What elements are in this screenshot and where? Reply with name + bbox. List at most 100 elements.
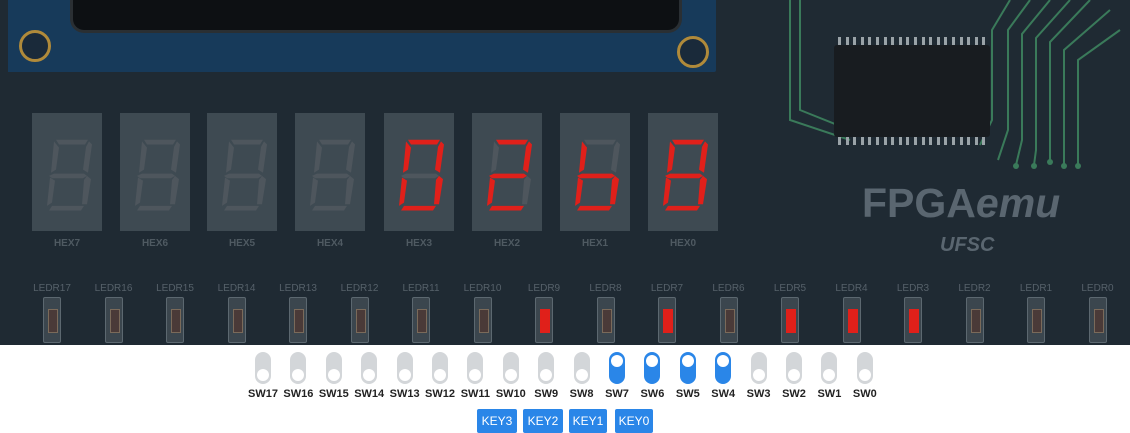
led-lamp — [48, 309, 58, 333]
led-label: LEDR14 — [217, 283, 256, 294]
switch-knob — [646, 355, 659, 367]
segment-e — [310, 177, 318, 206]
hex-display-hex5 — [207, 113, 277, 231]
switch-knob — [752, 369, 765, 381]
switch-sw15[interactable] — [325, 352, 342, 384]
segment-c — [170, 175, 179, 205]
switch-label: SW8 — [569, 388, 594, 400]
switch-sw9[interactable] — [538, 352, 555, 384]
switch-knob — [292, 369, 305, 381]
switch-knob — [469, 369, 482, 381]
segment-d — [577, 205, 612, 211]
switch-sw4[interactable] — [715, 352, 732, 384]
led-lamp — [294, 309, 304, 333]
segment-c — [698, 175, 707, 205]
key-button-key1[interactable]: KEY1 — [569, 409, 607, 433]
segment-a — [56, 139, 88, 145]
switch-sw16[interactable] — [290, 352, 307, 384]
switch-knob — [823, 369, 836, 381]
switch-label: SW17 — [248, 388, 278, 400]
segment-f — [491, 141, 499, 173]
switch-sw13[interactable] — [396, 352, 413, 384]
hex-display-hex0 — [648, 113, 718, 231]
switch-sw0[interactable] — [856, 352, 873, 384]
chip-pin — [883, 37, 887, 45]
segment-f — [667, 141, 675, 173]
hex-display-hex6 — [120, 113, 190, 231]
switch-sw12[interactable] — [432, 352, 448, 384]
segment-a — [319, 139, 351, 145]
switch-sw5[interactable] — [679, 352, 696, 384]
switch-sw2[interactable] — [786, 352, 802, 384]
switch-sw17[interactable] — [255, 352, 271, 384]
switch-sw10[interactable] — [502, 352, 519, 384]
key-button-key2[interactable]: KEY2 — [523, 409, 563, 433]
segment-a — [144, 139, 176, 145]
chip-pin — [982, 37, 986, 45]
segment-f — [226, 141, 234, 173]
led-ledr8 — [596, 297, 615, 343]
mounting-hole — [677, 36, 709, 68]
led-ledr15 — [166, 297, 184, 343]
segment-a — [584, 139, 616, 145]
led-lamp — [478, 309, 489, 333]
switch-label: SW6 — [640, 388, 665, 400]
key-button-key0[interactable]: KEY0 — [615, 409, 653, 433]
segment-a — [231, 139, 263, 145]
switch-knob — [681, 355, 694, 367]
chip-pin — [914, 37, 917, 45]
segment-d — [401, 205, 436, 211]
segment-e — [222, 177, 230, 206]
hex-display-hex4 — [295, 113, 365, 231]
switch-sw1[interactable] — [821, 352, 838, 384]
led-ledr5 — [781, 297, 799, 343]
switch-label: SW14 — [354, 388, 385, 400]
led-label: LEDR11 — [402, 283, 440, 294]
segment-b — [611, 141, 620, 173]
hex-display-hex2 — [472, 113, 542, 231]
led-ledr2 — [965, 297, 984, 343]
switch-label: SW16 — [283, 388, 314, 400]
led-label: LEDR17 — [33, 283, 71, 294]
switch-sw7[interactable] — [609, 352, 625, 384]
switch-label: SW2 — [782, 388, 806, 400]
switch-sw6[interactable] — [644, 352, 661, 384]
segment-c — [610, 175, 619, 205]
switch-sw3[interactable] — [750, 352, 767, 384]
chip-pin — [853, 37, 857, 45]
segment-g — [577, 173, 615, 179]
switch-label: SW13 — [389, 388, 420, 400]
brand-org: UFSC — [940, 234, 995, 256]
segment-g — [489, 173, 527, 179]
switch-label: SW12 — [425, 388, 455, 400]
led-ledr12 — [350, 297, 369, 343]
hex-label: HEX1 — [581, 238, 609, 249]
key-button-key3[interactable]: KEY3 — [477, 409, 517, 433]
led-lamp — [847, 309, 858, 333]
segment-e — [663, 177, 671, 206]
lcd-panel — [8, 0, 716, 72]
chip-pin — [891, 37, 895, 45]
hex-display-hex1 — [560, 113, 630, 231]
switch-sw11[interactable] — [467, 352, 484, 384]
chip-pin — [952, 137, 955, 145]
chip-pin — [898, 137, 902, 145]
segment-c — [345, 175, 354, 205]
switch-sw14[interactable] — [361, 352, 378, 384]
brand-name: FPGA — [862, 180, 976, 226]
chip-pin — [838, 37, 841, 45]
chip-pin — [974, 137, 978, 145]
chip-pin — [982, 137, 986, 145]
segment-g — [224, 173, 262, 179]
segment-e — [487, 177, 495, 206]
segment-b — [83, 141, 92, 173]
segment-g — [137, 173, 175, 179]
switch-label: SW4 — [711, 388, 736, 400]
switch-sw8[interactable] — [573, 352, 590, 384]
led-label: LEDR6 — [712, 283, 745, 294]
chip-pin — [967, 137, 971, 145]
chip-pin — [906, 137, 910, 145]
switch-knob — [717, 355, 730, 367]
led-label: LEDR0 — [1081, 283, 1114, 294]
led-lamp — [970, 309, 981, 333]
